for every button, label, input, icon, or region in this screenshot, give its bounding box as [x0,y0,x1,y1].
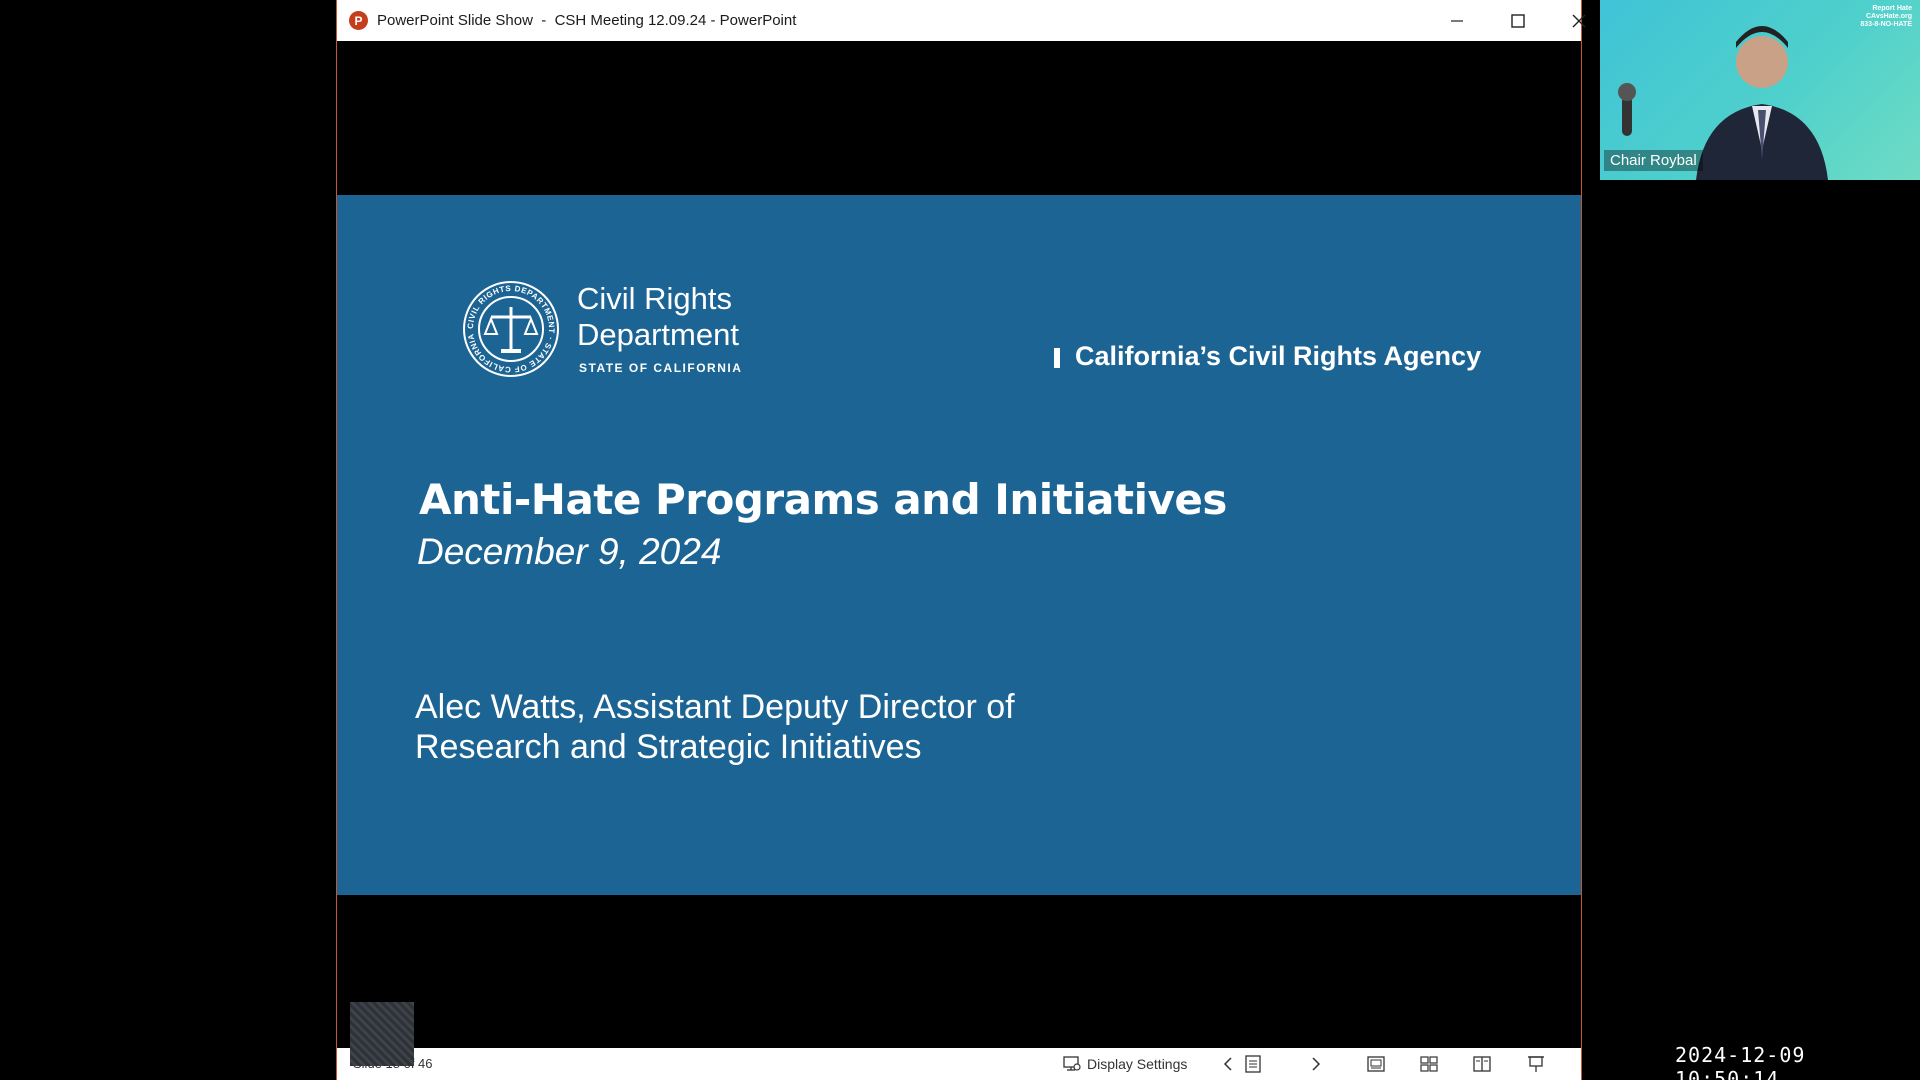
maximize-icon [1511,13,1525,28]
tagline: California’s Civil Rights Agency [1075,341,1482,371]
previous-slide-button[interactable] [1223,1053,1233,1075]
notes-page-icon [1245,1055,1261,1073]
normal-view-button[interactable] [1367,1053,1385,1075]
participant-name: Chair Roybal [1604,150,1703,171]
window-title: PowerPoint Slide Show - CSH Meeting 12.0… [377,12,797,29]
department-subtitle: STATE OF CALIFORNIA [579,361,743,375]
screen: P PowerPoint Slide Show - CSH Meeting 12… [0,0,1920,1080]
powerpoint-window: P PowerPoint Slide Show - CSH Meeting 12… [336,0,1586,1080]
close-icon [1572,14,1586,27]
slide[interactable]: CIVIL RIGHTS DEPARTMENT · STATE OF CALIF… [337,195,1581,895]
participant-webcam: Report Hate CAvsHate.org 833-8-NO-HATE C… [1600,0,1920,180]
title-bar: P PowerPoint Slide Show - CSH Meeting 12… [337,0,1586,41]
display-settings-button[interactable]: Display Settings [1063,1053,1187,1075]
minimize-button[interactable] [1427,0,1487,41]
presentation-icon [1528,1056,1544,1072]
presenter-name: Alec Watts, Assistant Deputy Director of… [415,688,1015,766]
tagline-bar [1054,348,1060,368]
slide-show-button[interactable] [1527,1053,1545,1075]
slide-date: December 9, 2024 [417,531,722,572]
chevron-left-icon [1223,1057,1232,1071]
book-icon [1473,1056,1491,1072]
reading-view-button[interactable] [1473,1053,1491,1075]
display-settings-label: Display Settings [1087,1056,1188,1072]
slide-menu-button[interactable] [1245,1053,1261,1075]
slide-sorter-button[interactable] [1420,1053,1438,1075]
next-slide-button[interactable] [1311,1053,1321,1075]
minimize-icon [1451,19,1463,22]
slide-title: Anti-Hate Programs and Initiatives [419,475,1227,524]
powerpoint-icon: P [349,11,368,30]
department-seal-icon: CIVIL RIGHTS DEPARTMENT · STATE OF CALIF… [463,281,559,377]
monitor-gear-icon [1063,1056,1081,1071]
normal-view-icon [1367,1056,1385,1072]
maximize-button[interactable] [1488,0,1548,41]
recording-timestamp: 2024-12-09 10:50:14 [1675,1043,1806,1080]
department-name: Civil Rights Department [577,281,739,352]
chevron-right-icon [1312,1057,1321,1071]
status-bar: Slide 18 of 46 Display Settings [337,1048,1581,1080]
grid-icon [1420,1056,1438,1072]
video-thumbnail-overlay [350,1002,414,1066]
